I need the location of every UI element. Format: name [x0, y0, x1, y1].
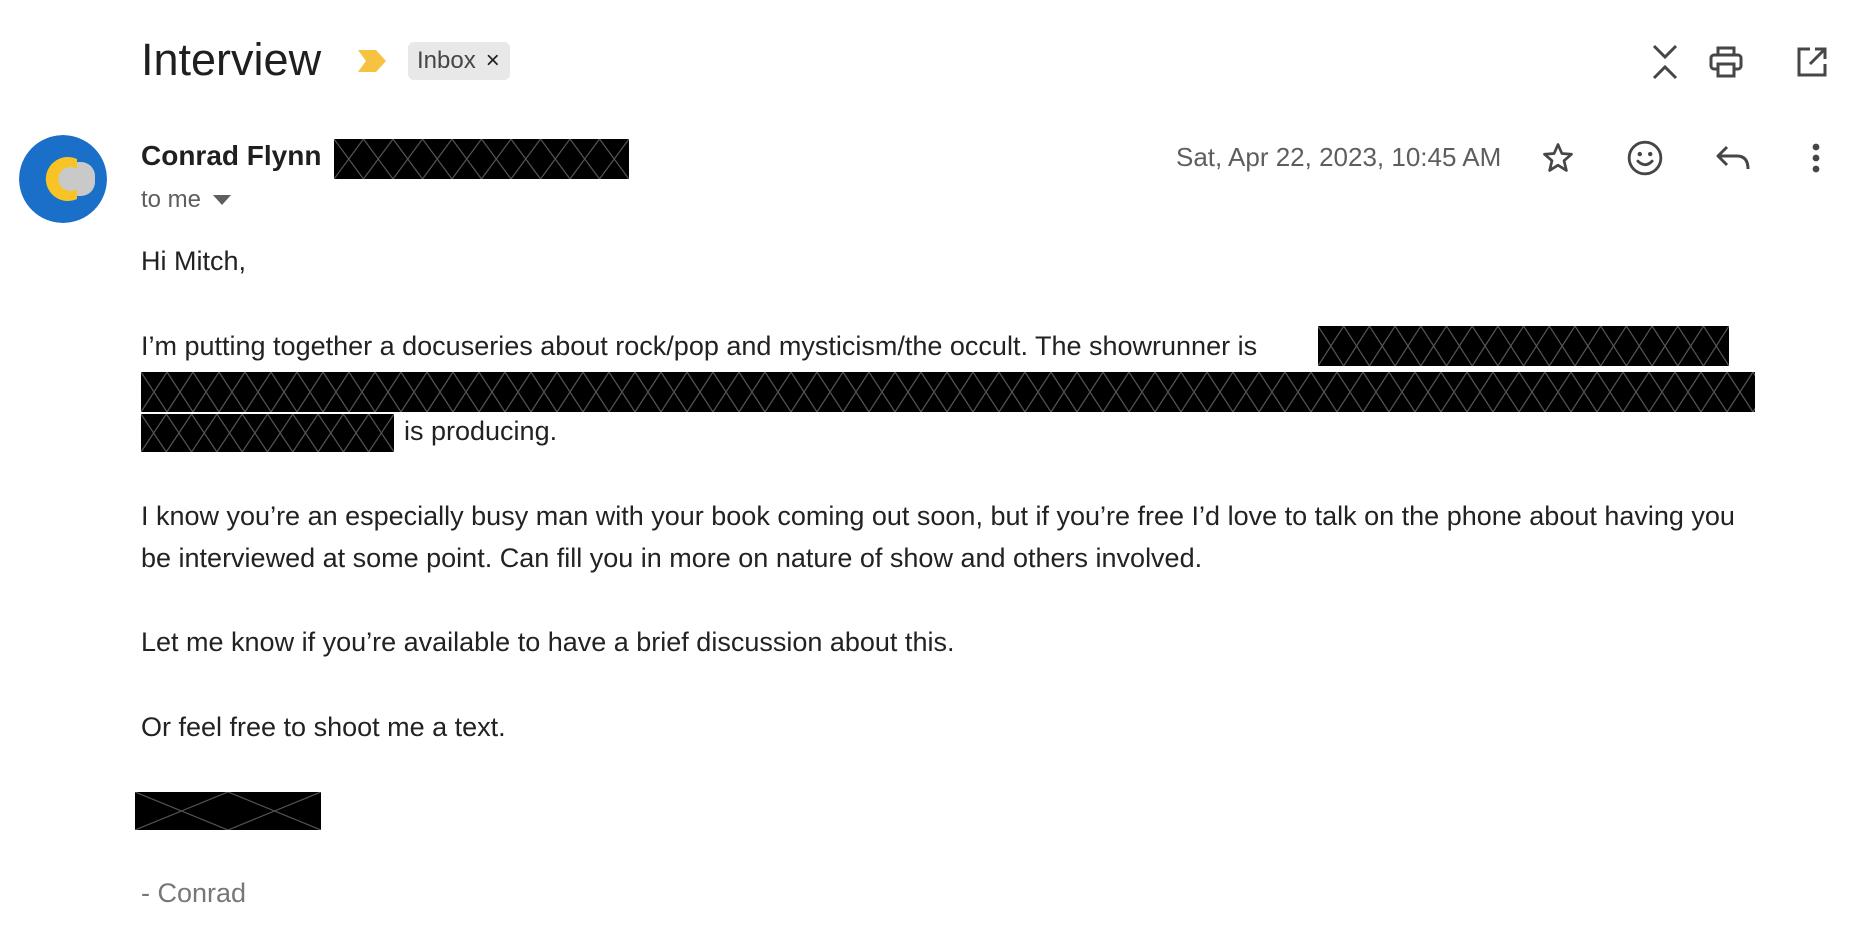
signature: - Conrad — [141, 878, 247, 908]
label-chip-text: Inbox — [417, 47, 476, 74]
recipients-toggle[interactable]: to me — [141, 186, 232, 214]
body-paragraph-3: Let me know if you’re available to have … — [141, 627, 955, 657]
more-vert-icon[interactable] — [1802, 137, 1830, 179]
redacted-showrunner-name — [1318, 326, 1729, 366]
reply-icon[interactable] — [1711, 138, 1755, 178]
label-chip-inbox: Inbox × — [408, 42, 510, 80]
remove-label-button[interactable]: × — [486, 47, 500, 75]
body-paragraph-4: Or feel free to shoot me a text. — [141, 712, 506, 742]
redacted-text-line — [141, 372, 1755, 412]
print-icon[interactable] — [1706, 42, 1746, 82]
sender-avatar[interactable] — [19, 135, 107, 223]
sender-name[interactable]: Conrad Flynn — [141, 139, 321, 173]
body-paragraph-2-line-1: I know you’re an especially busy man wit… — [141, 501, 1735, 531]
open-new-window-icon[interactable] — [1792, 42, 1832, 82]
recipients-text: to me — [141, 186, 202, 213]
expand-collapse-icon[interactable] — [1645, 42, 1685, 82]
email-subject: Interview — [141, 34, 322, 85]
emoji-icon[interactable] — [1623, 136, 1667, 180]
message-date: Sat, Apr 22, 2023, 10:45 AM — [1176, 142, 1502, 172]
body-paragraph-1-end: is producing. — [404, 416, 558, 446]
body-paragraph-1-start: I’m putting together a docuseries about … — [141, 331, 1258, 361]
greeting: Hi Mitch, — [141, 246, 247, 276]
chevron-down-icon — [213, 195, 232, 205]
star-icon[interactable] — [1537, 137, 1579, 179]
redacted-signature-block — [135, 792, 321, 830]
importance-marker-icon[interactable] — [356, 48, 388, 74]
body-paragraph-2-line-2: be interviewed at some point. Can fill y… — [141, 543, 1203, 573]
redacted-email-address — [334, 139, 629, 179]
redacted-producer-name — [141, 414, 394, 452]
